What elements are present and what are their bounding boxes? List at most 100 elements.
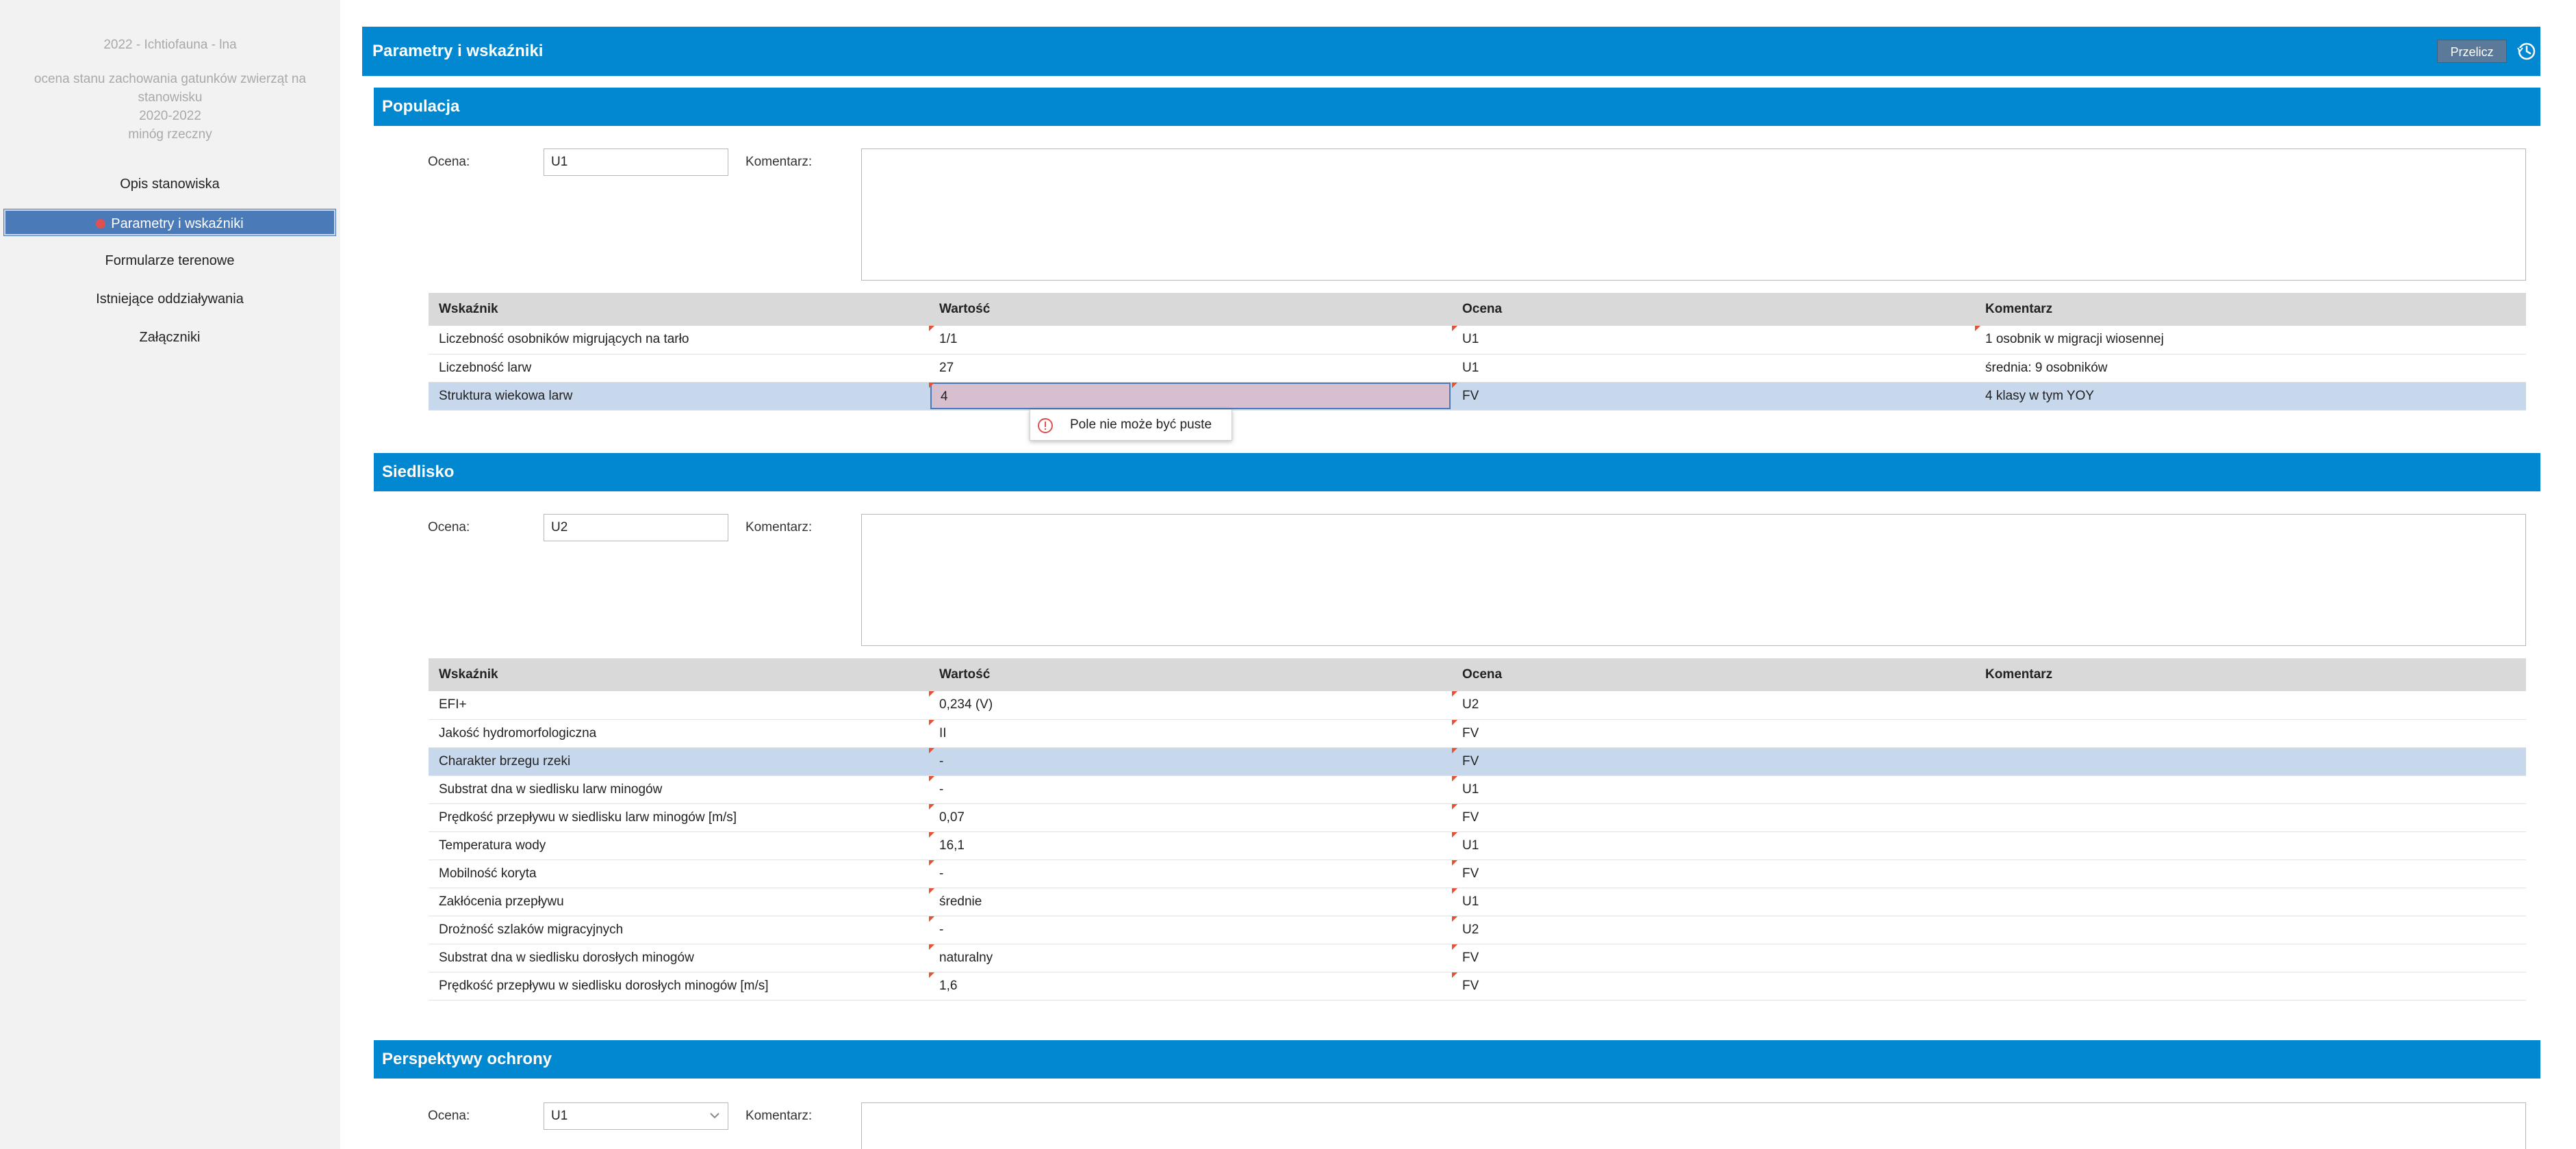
cell-edit-input[interactable]: 4 xyxy=(930,383,1451,409)
validation-tooltip: Pole nie może być puste xyxy=(1030,409,1232,441)
sidebar-item-zalaczniki[interactable]: Załączniki xyxy=(4,324,335,350)
cell-wartosc[interactable]: - xyxy=(929,775,1452,804)
cell-ocena[interactable]: U2 xyxy=(1452,691,1975,720)
cell-wartosc[interactable]: naturalny xyxy=(929,944,1452,972)
cell-wartosc[interactable]: 0,234 (V) xyxy=(929,691,1452,720)
table-row[interactable]: Mobilność koryta - FV xyxy=(429,860,2526,888)
cell-wartosc[interactable]: średnie xyxy=(929,888,1452,916)
siedlisko-ocena-input[interactable]: U2 xyxy=(544,514,728,541)
cell-ocena[interactable]: U1 xyxy=(1452,775,1975,804)
cell-ocena[interactable]: U2 xyxy=(1452,916,1975,944)
cell-wartosc[interactable]: 27 xyxy=(929,354,1452,383)
sidebar-item-parametry[interactable]: Parametry i wskaźniki xyxy=(3,209,336,236)
cell-ocena[interactable]: FV xyxy=(1452,860,1975,888)
col-header-wskaznik[interactable]: Wskaźnik xyxy=(429,293,929,326)
sidebar-item-opis-stanowiska[interactable]: Opis stanowiska xyxy=(4,171,335,197)
cell-wartosc[interactable]: 0,07 xyxy=(929,803,1452,832)
komentarz-label: Komentarz: xyxy=(745,1109,813,1123)
cell-komentarz[interactable] xyxy=(1975,944,2490,972)
cell-komentarz[interactable] xyxy=(1975,747,2490,776)
cell-ocena[interactable]: U1 xyxy=(1452,326,1975,354)
page-title: Parametry i wskaźniki xyxy=(372,42,544,60)
perspektywy-ocena-value: U1 xyxy=(551,1109,568,1123)
recalculate-button[interactable]: Przelicz xyxy=(2437,40,2507,63)
populacja-table: Wskaźnik Wartość Ocena Komentarz Liczebn… xyxy=(429,293,2526,411)
table-row[interactable]: EFI+ 0,234 (V) U2 xyxy=(429,691,2526,720)
cell-komentarz[interactable] xyxy=(1975,719,2490,748)
table-row[interactable]: Liczebność larw 27 U1 średnia: 9 osobnik… xyxy=(429,354,2526,383)
perspektywy-komentarz-textarea[interactable] xyxy=(861,1102,2526,1149)
cell-wartosc-editing[interactable]: 4 xyxy=(929,382,1452,411)
table-row[interactable]: Temperatura wody 16,1 U1 xyxy=(429,831,2526,860)
cell-ocena[interactable]: FV xyxy=(1452,719,1975,748)
col-header-wskaznik[interactable]: Wskaźnik xyxy=(429,658,929,691)
table-header-row: Wskaźnik Wartość Ocena Komentarz xyxy=(429,293,2526,326)
cell-ocena[interactable]: FV xyxy=(1452,803,1975,832)
cell-wskaznik: Zakłócenia przepływu xyxy=(429,888,929,916)
cell-wartosc[interactable]: - xyxy=(929,860,1452,888)
cell-komentarz[interactable] xyxy=(1975,860,2490,888)
col-header-wartosc[interactable]: Wartość xyxy=(929,658,1452,691)
table-row[interactable]: Jakość hydromorfologiczna II FV xyxy=(429,719,2526,748)
table-row[interactable]: Drożność szlaków migracyjnych - U2 xyxy=(429,916,2526,944)
ocena-label: Ocena: xyxy=(428,155,470,169)
populacja-komentarz-textarea[interactable] xyxy=(861,149,2526,281)
sidebar-item-formularze[interactable]: Formularze terenowe xyxy=(4,248,335,274)
table-row[interactable]: Substrat dna w siedlisku larw minogów - U1 xyxy=(429,775,2526,804)
cell-wartosc[interactable]: 16,1 xyxy=(929,831,1452,860)
cell-komentarz[interactable]: 4 klasy w tym YOY xyxy=(1975,382,2490,411)
cell-extra xyxy=(2490,719,2526,748)
cell-wartosc[interactable]: - xyxy=(929,747,1452,776)
sidebar-desc-line: 2020-2022 xyxy=(139,109,201,123)
cell-komentarz[interactable] xyxy=(1975,972,2490,1000)
table-row-selected[interactable]: Charakter brzegu rzeki - FV xyxy=(429,747,2526,776)
cell-komentarz[interactable]: średnia: 9 osobników xyxy=(1975,354,2490,383)
sidebar-desc-line: ocena stanu zachowania gatunków zwierząt… xyxy=(34,72,307,105)
cell-extra xyxy=(2490,860,2526,888)
table-row-selected[interactable]: Struktura wiekowa larw 4 FV 4 klasy w ty… xyxy=(429,382,2526,411)
table-row[interactable]: Substrat dna w siedlisku dorosłych minog… xyxy=(429,944,2526,972)
cell-ocena[interactable]: U1 xyxy=(1452,354,1975,383)
table-row[interactable]: Prędkość przepływu w siedlisku dorosłych… xyxy=(429,972,2526,1000)
cell-komentarz[interactable] xyxy=(1975,831,2490,860)
ocena-label: Ocena: xyxy=(428,1109,470,1123)
cell-wskaznik: Liczebność osobników migrujących na tarł… xyxy=(429,326,929,354)
validation-message: Pole nie może być puste xyxy=(1070,417,1212,432)
cell-ocena[interactable]: U1 xyxy=(1452,888,1975,916)
cell-extra xyxy=(2490,747,2526,776)
cell-wartosc[interactable]: - xyxy=(929,916,1452,944)
perspektywy-ocena-select[interactable]: U1 xyxy=(544,1102,728,1130)
cell-wskaznik: Prędkość przepływu w siedlisku larw mino… xyxy=(429,803,929,832)
cell-komentarz[interactable] xyxy=(1975,888,2490,916)
cell-wskaznik: Liczebność larw xyxy=(429,354,929,383)
table-header-row: Wskaźnik Wartość Ocena Komentarz xyxy=(429,658,2526,691)
cell-wartosc[interactable]: 1/1 xyxy=(929,326,1452,354)
cell-ocena[interactable]: U1 xyxy=(1452,831,1975,860)
cell-wartosc[interactable]: 1,6 xyxy=(929,972,1452,1000)
error-dot-icon xyxy=(96,218,106,229)
cell-ocena[interactable]: FV xyxy=(1452,382,1975,411)
col-header-komentarz[interactable]: Komentarz xyxy=(1975,658,2490,691)
cell-komentarz[interactable] xyxy=(1975,803,2490,832)
cell-komentarz[interactable] xyxy=(1975,691,2490,720)
cell-ocena[interactable]: FV xyxy=(1452,972,1975,1000)
col-header-komentarz[interactable]: Komentarz xyxy=(1975,293,2490,326)
populacja-ocena-input[interactable]: U1 xyxy=(544,149,728,176)
komentarz-label: Komentarz: xyxy=(745,520,813,534)
siedlisko-komentarz-textarea[interactable] xyxy=(861,514,2526,646)
cell-extra xyxy=(2490,775,2526,804)
cell-komentarz[interactable] xyxy=(1975,775,2490,804)
cell-ocena[interactable]: FV xyxy=(1452,944,1975,972)
sidebar-item-oddzialywania[interactable]: Istniejące oddziaływania xyxy=(4,286,335,312)
col-header-wartosc[interactable]: Wartość xyxy=(929,293,1452,326)
table-row[interactable]: Liczebność osobników migrujących na tarł… xyxy=(429,326,2526,354)
cell-ocena[interactable]: FV xyxy=(1452,747,1975,776)
history-icon[interactable] xyxy=(2516,40,2538,62)
col-header-ocena[interactable]: Ocena xyxy=(1452,293,1975,326)
cell-komentarz[interactable] xyxy=(1975,916,2490,944)
col-header-ocena[interactable]: Ocena xyxy=(1452,658,1975,691)
cell-komentarz[interactable]: 1 osobnik w migracji wiosennej xyxy=(1975,326,2490,354)
cell-wartosc[interactable]: II xyxy=(929,719,1452,748)
table-row[interactable]: Prędkość przepływu w siedlisku larw mino… xyxy=(429,803,2526,832)
table-row[interactable]: Zakłócenia przepływu średnie U1 xyxy=(429,888,2526,916)
